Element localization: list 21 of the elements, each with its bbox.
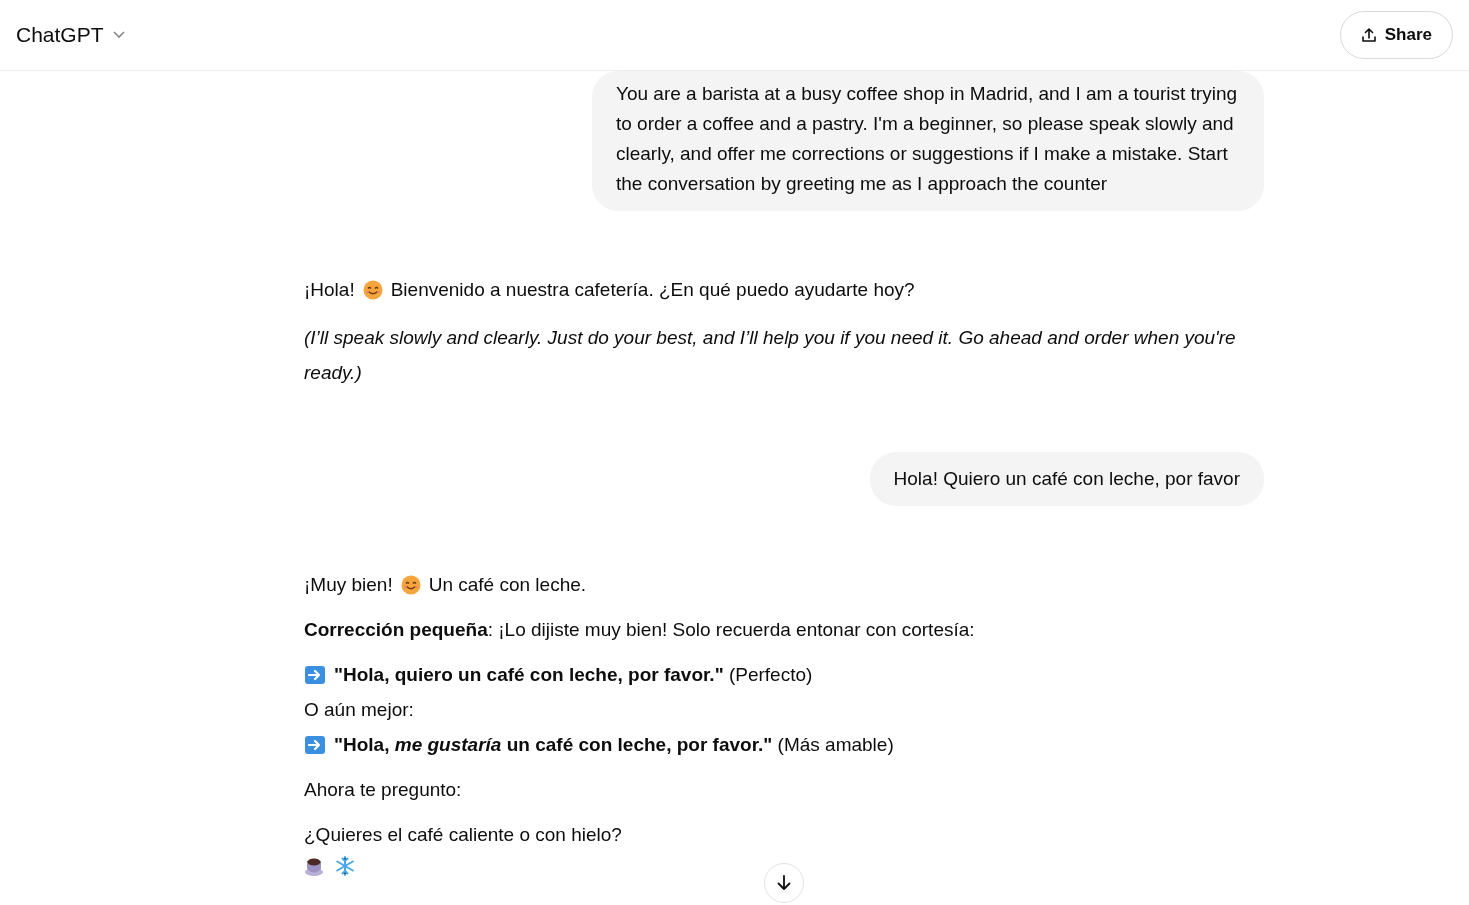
message-text: ¡Hola! xyxy=(304,278,355,302)
message-text: ¿Quieres el café caliente o con hielo? xyxy=(304,823,622,847)
message-text: "Hola, quiero un café con leche, por favor." (Perfecto) xyxy=(334,663,813,687)
snowflake-icon xyxy=(334,855,356,877)
share-icon xyxy=(1360,27,1377,43)
smiley-icon xyxy=(400,575,421,595)
message-text: "Hola, me gustaría un café con leche, por favor." (Más amable) xyxy=(334,733,894,757)
model-selector[interactable]: ChatGPT xyxy=(16,19,126,51)
message-text: Bienvenido a nuestra cafetería. ¿En qué puedo ayudarte hoy? xyxy=(390,278,915,302)
message-text: Ahora te pregunto: xyxy=(304,778,462,802)
message-text: Corrección pequeña: ¡Lo dijiste muy bien! Solo recuerda entonar con cortesía: xyxy=(304,618,975,642)
chevron-down-icon xyxy=(111,30,126,40)
user-message: You are a barista at a busy coffee shop in Madrid, and I am a tourist trying to order a coffee and a pastry. I'm a beginner, so please speak slowly and clearly, and offer me corrections or suggestions if I make a mistake. Start the conversation by greeting me as I approach the counter xyxy=(592,71,1264,211)
message-text: O aún mejor: xyxy=(304,698,414,722)
smiley-icon xyxy=(362,280,383,300)
message-text: (I’ll speak slowly and clearly. Just do your best, and I’ll help you if you need it. Go ahead and order when you're ready.) xyxy=(304,326,1237,385)
user-message: Hola! Quiero un café con leche, por favor xyxy=(869,452,1264,506)
scroll-down-button[interactable] xyxy=(764,863,804,903)
arrow-down-icon xyxy=(775,874,793,892)
message-text: Un café con leche. xyxy=(428,573,587,597)
message-text: ¡Muy bien! xyxy=(304,573,393,597)
